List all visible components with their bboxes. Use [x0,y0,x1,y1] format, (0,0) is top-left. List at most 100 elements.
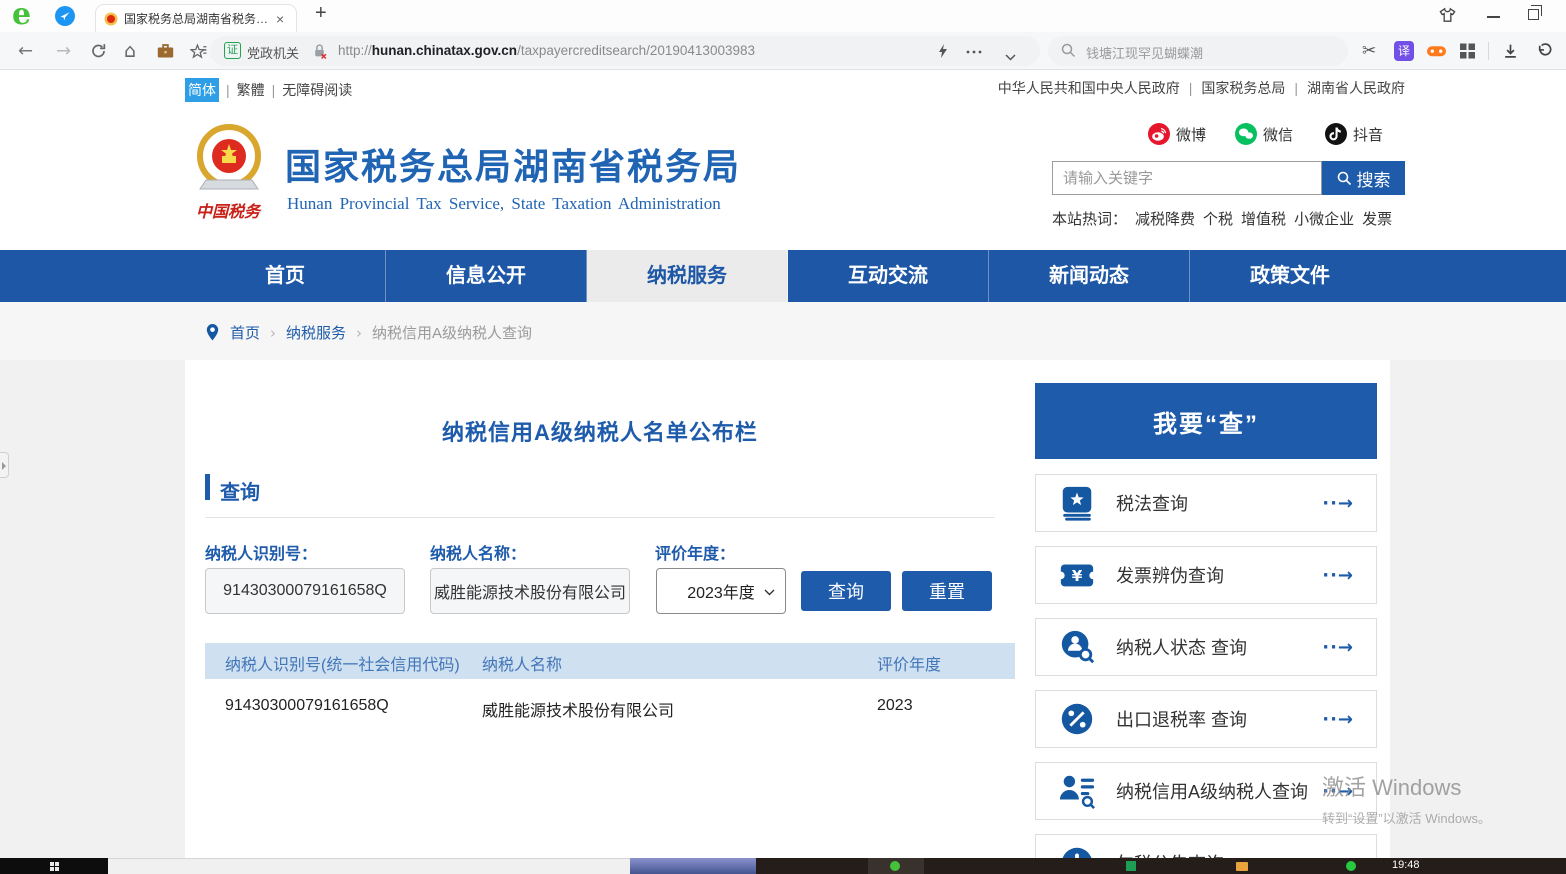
breadcrumb-current: 纳税信用A级纳税人查询 [372,322,532,343]
wechat-link[interactable]: 微信 [1235,123,1293,145]
weibo-link[interactable]: 微博 [1148,123,1206,145]
table-header-year: 评价年度 [877,651,941,675]
taskbar-clock[interactable]: 19:48 [1392,859,1420,871]
taxpayer-name-label: 纳税人名称： [430,540,526,564]
site-subtitle: Hunan Provincial Tax Service, State Taxa… [287,194,721,214]
douyin-link[interactable]: 抖音 [1325,123,1383,145]
row-year: 2023 [877,697,913,715]
browser-taskbar-icon[interactable] [890,861,900,871]
accessibility-link[interactable]: 无障碍阅读 [282,80,352,100]
year-select[interactable]: 2023年度 [656,568,786,614]
theme-shirt-icon[interactable] [1438,6,1457,30]
nav-item-info-disclosure[interactable]: 信息公开 [386,250,587,302]
hot-word[interactable]: 减税降费 [1135,208,1195,229]
browser-toolbar: ← → ⌂ 证 党政机关 http://hunan.chinatax.gov.c… [0,32,1566,70]
sidebar-item-label: 出口退税率 查询 [1116,706,1247,732]
weibo-label: 微博 [1176,124,1206,145]
location-pin-icon [205,323,220,342]
search-icon [1061,43,1076,63]
start-button[interactable] [0,858,108,874]
translate-icon[interactable]: 译 [1394,41,1414,61]
url-text: http://hunan.chinatax.gov.cn/taxpayercre… [338,43,755,58]
side-panel-handle[interactable] [0,452,9,478]
breadcrumb-home[interactable]: 首页 [230,322,260,343]
browser-tab[interactable]: 国家税务总局湖南省税务局--纳 × [95,4,297,32]
sidebar-item-tax-law-query[interactable]: 税法查询 ··→ [1035,474,1377,532]
insecure-lock-icon [312,43,327,64]
minimize-button[interactable] [1487,16,1500,18]
briefcase-icon[interactable] [156,42,175,59]
browser-quick-search[interactable]: 钱塘江现罕见蝴蝶潮 [1048,36,1348,66]
wechat-icon [1235,123,1257,145]
nav-item-interaction[interactable]: 互动交流 [788,250,989,302]
reset-button[interactable]: 重置 [902,571,992,611]
nav-item-tax-service[interactable]: 纳税服务 [587,250,788,302]
sidebar-item-label: 纳税信用A级纳税人查询 [1116,778,1308,804]
nav-item-home[interactable]: 首页 [185,250,386,302]
site-search-input[interactable] [1052,161,1322,195]
windows-logo-icon [50,862,59,871]
windows-taskbar: 19:48 [0,858,1566,874]
sidebar-item-invoice-verify[interactable]: ¥ 发票辨伪查询 ··→ [1035,546,1377,604]
browser-logo-icon[interactable]: e [12,0,31,32]
download-icon[interactable] [1502,42,1519,59]
lang-traditional[interactable]: 繁體 [237,80,265,100]
refresh-icon[interactable] [90,42,107,59]
sidebar-item-label: 纳税人状态 查询 [1116,634,1247,660]
gov-link-central[interactable]: 中华人民共和国中央人民政府 [998,78,1180,98]
sidebar-item-label: 发票辨伪查询 [1116,562,1224,588]
sidebar-item-credit-a-query[interactable]: 纳税信用A级纳税人查询 ··→ [1035,762,1377,820]
taxpayer-id-label: 纳税人识别号： [205,540,317,564]
taskbar-search-box[interactable] [108,858,630,874]
breadcrumb-tax-service[interactable]: 纳税服务 [286,322,346,343]
wechat-label: 微信 [1263,124,1293,145]
year-label: 评价年度： [655,540,735,564]
more-options-icon[interactable] [966,45,982,63]
taskbar-photo-thumbnail[interactable] [630,858,756,874]
lang-simplified[interactable]: 简体 [185,78,219,102]
chevron-down-icon[interactable] [1005,48,1016,66]
taskbar-app-icon[interactable] [1126,861,1136,871]
emblem-caption: 中国税务 [188,198,268,222]
gov-link-hunan[interactable]: 湖南省人民政府 [1307,78,1405,98]
table-header: 纳税人识别号(统一社会信用代码) 纳税人名称 评价年度 [205,643,1015,679]
nav-item-policy[interactable]: 政策文件 [1190,250,1390,302]
favorites-star-icon[interactable] [190,42,207,59]
home-icon[interactable]: ⌂ [124,40,136,62]
lightning-icon[interactable] [936,43,948,64]
search-suggestion-text[interactable]: 钱塘江现罕见蝴蝶潮 [1086,43,1203,62]
game-controller-icon[interactable] [1426,43,1447,58]
sidebar-item-export-rebate[interactable]: 出口退税率 查询 ··→ [1035,690,1377,748]
credit-list-icon [1058,772,1096,810]
hot-word[interactable]: 小微企业 [1294,208,1354,229]
gov-link-sta[interactable]: 国家税务总局 [1201,78,1285,98]
breadcrumb-bar: 首页 › 纳税服务 › 纳税信用A级纳税人查询 [0,302,1566,360]
share-plane-icon[interactable] [55,6,75,26]
taxpayer-name-input[interactable] [430,568,630,614]
sidebar-item-taxpayer-status[interactable]: 纳税人状态 查询 ··→ [1035,618,1377,676]
hot-word[interactable]: 个税 [1203,208,1233,229]
douyin-icon [1325,123,1347,145]
tab-close-icon[interactable]: × [276,11,284,27]
hot-word[interactable]: 发票 [1362,208,1392,229]
sidebar-item-label: 税法查询 [1116,490,1188,516]
nav-item-news[interactable]: 新闻动态 [989,250,1190,302]
hot-word[interactable]: 增值税 [1241,208,1286,229]
back-icon[interactable]: ← [18,40,33,61]
toolbar-divider [1488,42,1489,60]
site-search-button[interactable]: 搜索 [1322,161,1405,195]
new-tab-button[interactable]: + [315,2,327,25]
scissors-icon[interactable]: ✂ [1362,41,1376,61]
address-bar[interactable]: 证 党政机关 http://hunan.chinatax.gov.cn/taxp… [210,36,1040,66]
query-button[interactable]: 查询 [801,571,891,611]
undo-icon[interactable] [1536,42,1553,59]
taxpayer-status-icon [1058,628,1096,666]
folder-taskbar-icon[interactable] [1236,862,1248,871]
forward-icon[interactable]: → [56,40,71,61]
restore-button[interactable] [1528,9,1539,20]
row-taxpayer-id: 91430300079161658Q [225,697,389,715]
taxpayer-id-input[interactable] [205,568,405,614]
taskbar-app-icon[interactable] [1346,861,1356,871]
apps-grid-icon[interactable] [1460,43,1475,58]
divider: | [1189,80,1193,96]
